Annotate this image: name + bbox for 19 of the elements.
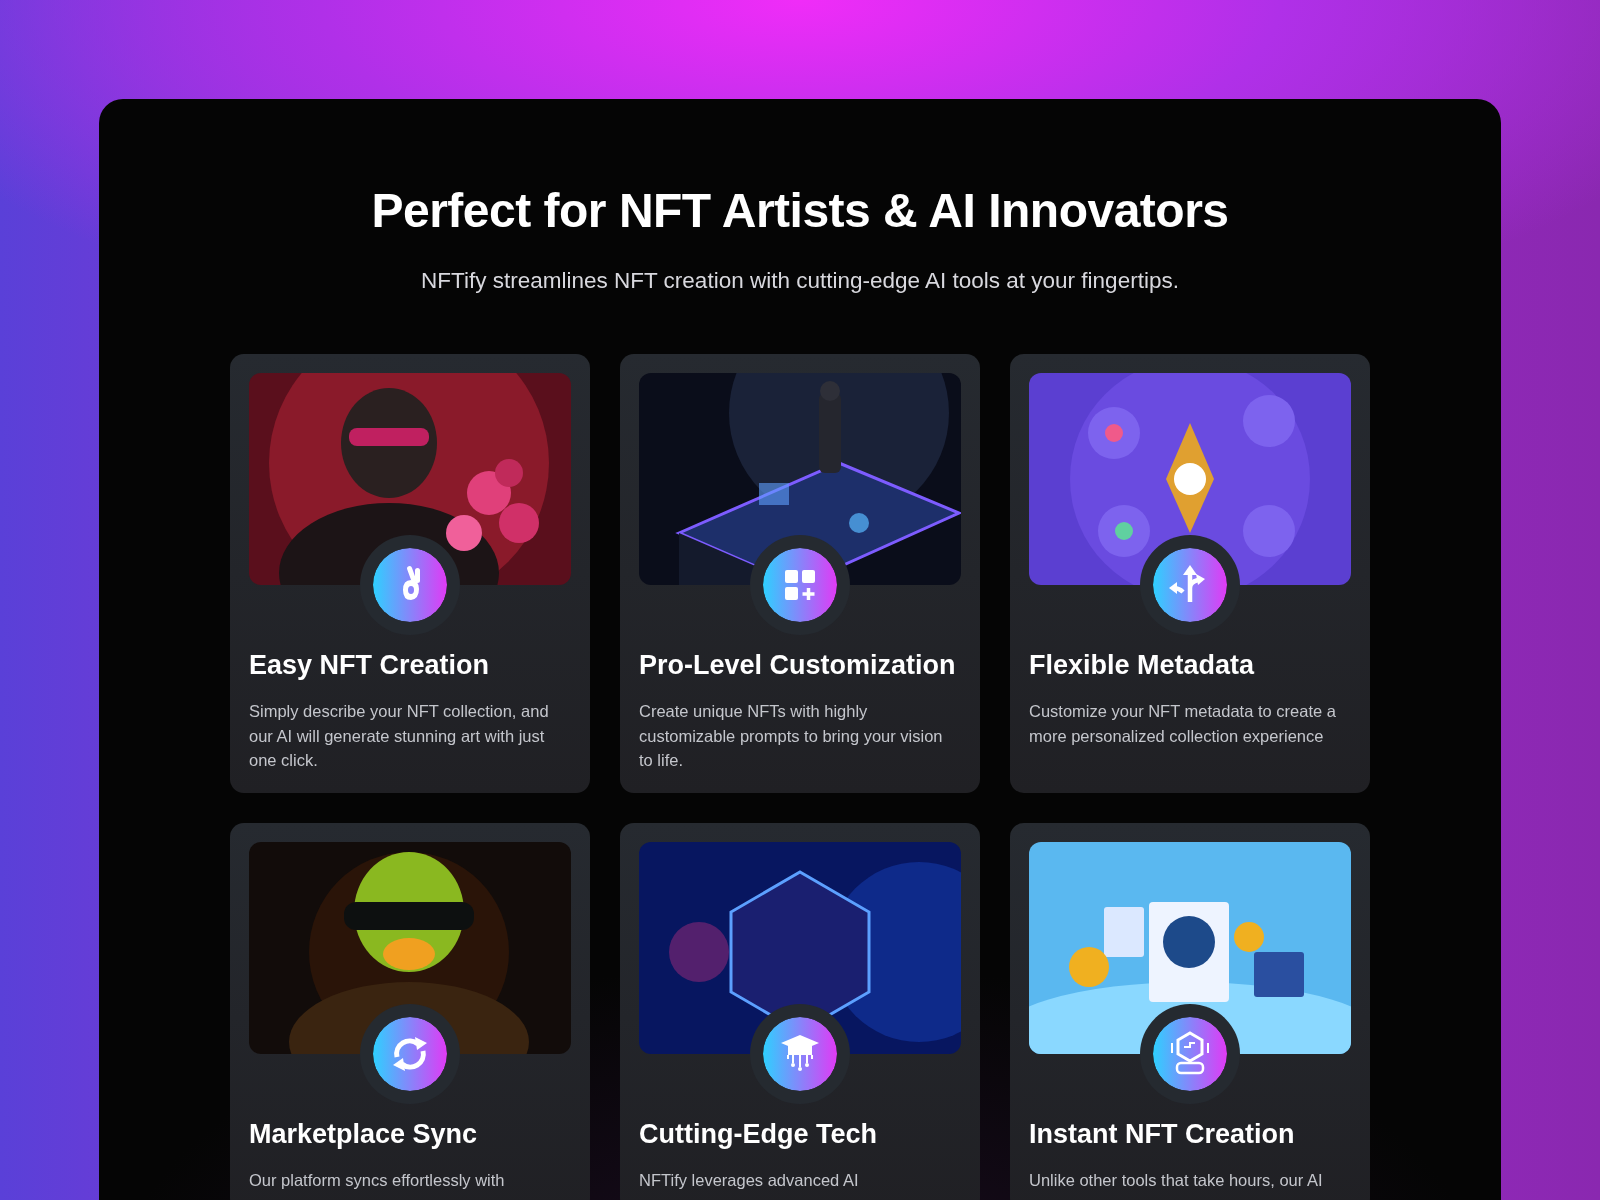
card-title: Easy NFT Creation	[249, 650, 491, 681]
card-title: Instant NFT Creation	[1029, 1118, 1296, 1150]
graduation-cap-icon	[763, 1016, 837, 1091]
card-title: Marketplace Sync	[249, 1118, 479, 1150]
card-title: Cutting-Edge Tech	[639, 1118, 878, 1150]
split-arrows-icon	[1153, 548, 1227, 622]
card-description: Create unique NFTs with highly customizable prompts to bring your vision to life.	[639, 701, 944, 771]
card-description: Our platform syncs effortlessly with	[249, 1169, 506, 1191]
card-title: Flexible Metadata	[1029, 650, 1256, 681]
card-description: Simply describe your NFT collection, and our AI will generate stunning art with just one click.	[249, 701, 550, 771]
card-description: NFTify leverages advanced AI	[639, 1169, 860, 1191]
chip-icon	[1153, 1016, 1227, 1091]
section-heading: Perfect for NFT Artists & AI Innovators	[371, 183, 1229, 238]
card-title: Pro-Level Customization	[639, 650, 957, 681]
grid-plus-icon	[763, 548, 837, 622]
section-subheading: NFTify streamlines NFT creation with cutting-edge AI tools at your fingertips.	[421, 268, 1179, 294]
card-description: Customize your NFT metadata to create a more personalized collection experience	[1029, 701, 1337, 747]
sync-icon	[373, 1016, 447, 1091]
card-description: Unlike other tools that take hours, our AI	[1029, 1169, 1324, 1191]
